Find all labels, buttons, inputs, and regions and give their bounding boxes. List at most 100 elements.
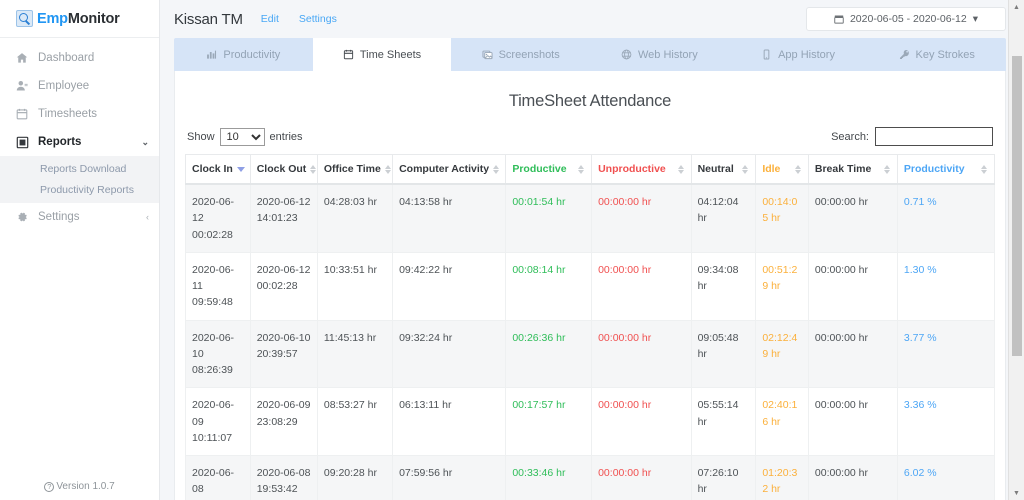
column-header-idle[interactable]: Idle [756, 155, 809, 185]
column-header-label: Clock In [192, 163, 233, 175]
cell-break-time: 00:00:00 hr [808, 388, 897, 456]
column-header-break-time[interactable]: Break Time [808, 155, 897, 185]
cell-clock-out: 2020-06-09 23:08:29 [250, 388, 317, 456]
sidebar-item-dashboard[interactable]: Dashboard [0, 44, 159, 72]
tab-productivity[interactable]: Productivity [174, 38, 313, 71]
cell-clock-in: 2020-06-12 00:02:28 [186, 184, 251, 252]
column-header-computer-activity[interactable]: Computer Activity [393, 155, 506, 185]
column-header-label: Break Time [815, 163, 871, 175]
gear-icon [14, 211, 30, 223]
cell-clock-out: 2020-06-12 14:01:23 [250, 184, 317, 252]
version-text: Version 1.0.7 [56, 481, 114, 492]
scroll-down-icon[interactable]: ▼ [1009, 486, 1024, 500]
tab-screenshots[interactable]: Screenshots [451, 38, 590, 71]
tab-app-history-label: App History [778, 49, 835, 61]
tab-app-history[interactable]: App History [729, 38, 868, 71]
cell-productivity: 3.77 % [897, 320, 994, 388]
cell-clock-in: 2020-06-11 09:59:48 [186, 252, 251, 320]
cell-office-time: 08:53:27 hr [317, 388, 392, 456]
tab-screenshots-label: Screenshots [499, 49, 560, 61]
column-header-label: Office Time [324, 163, 381, 175]
cell-unproductive: 00:00:00 hr [592, 184, 692, 252]
brand-logo[interactable]: EmpMonitor [0, 0, 159, 38]
brand-monitor: Monitor [68, 11, 120, 27]
table-body: 2020-06-12 00:02:282020-06-12 14:01:23 04… [186, 184, 995, 500]
cell-neutral: 05:55:14 hr [691, 388, 756, 456]
show-entries-control: Show 102550100 entries [187, 128, 303, 146]
column-header-clock-in[interactable]: Clock In [186, 155, 251, 185]
sidebar-item-settings[interactable]: Settings ‹ [0, 203, 159, 231]
cell-productivity: 6.02 % [897, 456, 994, 500]
date-range-value: 2020-06-05 - 2020-06-12 [850, 13, 967, 25]
scroll-thumb[interactable] [1012, 56, 1022, 356]
cell-productivity: 0.71 % [897, 184, 994, 252]
sidebar-item-reports-download[interactable]: Reports Download [0, 158, 159, 179]
column-header-neutral[interactable]: Neutral [691, 155, 756, 185]
table-row[interactable]: 2020-06-09 10:11:072020-06-09 23:08:2908… [186, 388, 995, 456]
sidebar-item-reports[interactable]: Reports ⌄ [0, 128, 159, 156]
cell-break-time: 00:00:00 hr [808, 456, 897, 500]
scroll-up-icon[interactable]: ▲ [1009, 0, 1024, 14]
cell-computer-activity: 06:13:11 hr [393, 388, 506, 456]
emp-monitor-logo-icon [16, 10, 33, 27]
cell-break-time: 00:00:00 hr [808, 184, 897, 252]
cell-computer-activity: 09:42:22 hr [393, 252, 506, 320]
column-header-office-time[interactable]: Office Time [317, 155, 392, 185]
column-header-clock-out[interactable]: Clock Out [250, 155, 317, 185]
column-header-productivity[interactable]: Productivity [897, 155, 994, 185]
cell-idle: 00:51:29 hr [756, 252, 809, 320]
search-input[interactable] [875, 127, 993, 146]
cell-clock-in: 2020-06-09 10:11:07 [186, 388, 251, 456]
sidebar: EmpMonitor Dashboard Employee [0, 0, 160, 500]
tab-web-history-label: Web History [638, 49, 698, 61]
sidebar-item-settings-label: Settings [38, 211, 146, 223]
cell-clock-in: 2020-06-10 08:26:39 [186, 320, 251, 388]
cell-computer-activity: 04:13:58 hr [393, 184, 506, 252]
cell-clock-out: 2020-06-10 20:39:57 [250, 320, 317, 388]
brand-emp: Emp [37, 11, 68, 27]
sort-desc-icon [237, 167, 245, 172]
entries-select[interactable]: 102550100 [220, 128, 265, 146]
page-title: Kissan TM [174, 11, 243, 28]
tab-key-strokes[interactable]: Key Strokes [867, 38, 1006, 71]
cell-clock-out: 2020-06-08 19:53:42 [250, 456, 317, 500]
chart-bar-icon [206, 49, 217, 60]
column-header-productive[interactable]: Productive [506, 155, 592, 185]
date-range-picker[interactable]: 2020-06-05 - 2020-06-12 ▾ [806, 7, 1006, 31]
cell-unproductive: 00:00:00 hr [592, 456, 692, 500]
page-scrollbar[interactable]: ▲ ▼ [1008, 0, 1024, 500]
sidebar-item-employee[interactable]: Employee [0, 72, 159, 100]
column-header-label: Productivity [904, 163, 965, 175]
show-label: Show [187, 131, 215, 143]
table-header: Clock In Clock Out Office Time Computer Act… [186, 155, 995, 185]
card-title: TimeSheet Attendance [185, 92, 995, 111]
tab-productivity-label: Productivity [223, 49, 280, 61]
app-root: EmpMonitor Dashboard Employee [0, 0, 1024, 500]
sidebar-item-productivity-reports[interactable]: Productivity Reports [0, 179, 159, 200]
tab-web-history[interactable]: Web History [590, 38, 729, 71]
globe-icon [621, 49, 632, 60]
column-header-label: Computer Activity [399, 163, 489, 175]
cell-neutral: 09:05:48 hr [691, 320, 756, 388]
settings-link[interactable]: Settings [299, 13, 337, 25]
table-row[interactable]: 2020-06-11 09:59:482020-06-12 00:02:2810… [186, 252, 995, 320]
cell-idle: 02:40:16 hr [756, 388, 809, 456]
cell-break-time: 00:00:00 hr [808, 252, 897, 320]
column-header-unproductive[interactable]: Unproductive [592, 155, 692, 185]
cell-unproductive: 00:00:00 hr [592, 252, 692, 320]
image-icon [482, 49, 493, 60]
sidebar-item-employee-label: Employee [38, 80, 149, 92]
sort-both-icon [578, 165, 585, 174]
tab-time-sheets[interactable]: Time Sheets [313, 38, 452, 71]
edit-link[interactable]: Edit [261, 13, 279, 25]
column-header-label: Neutral [698, 163, 734, 175]
calendar-icon [834, 14, 844, 24]
cell-clock-out: 2020-06-12 00:02:28 [250, 252, 317, 320]
cell-computer-activity: 07:59:56 hr [393, 456, 506, 500]
cell-productivity: 1.30 % [897, 252, 994, 320]
version-label: ? Version 1.0.7 [0, 481, 159, 492]
table-row[interactable]: 2020-06-10 08:26:392020-06-10 20:39:5711… [186, 320, 995, 388]
sidebar-item-timesheets[interactable]: Timesheets [0, 100, 159, 128]
table-row[interactable]: 2020-06-12 00:02:282020-06-12 14:01:23 04… [186, 184, 995, 252]
table-row[interactable]: 2020-06-08 09:31:512020-06-08 19:53:4209… [186, 456, 995, 500]
